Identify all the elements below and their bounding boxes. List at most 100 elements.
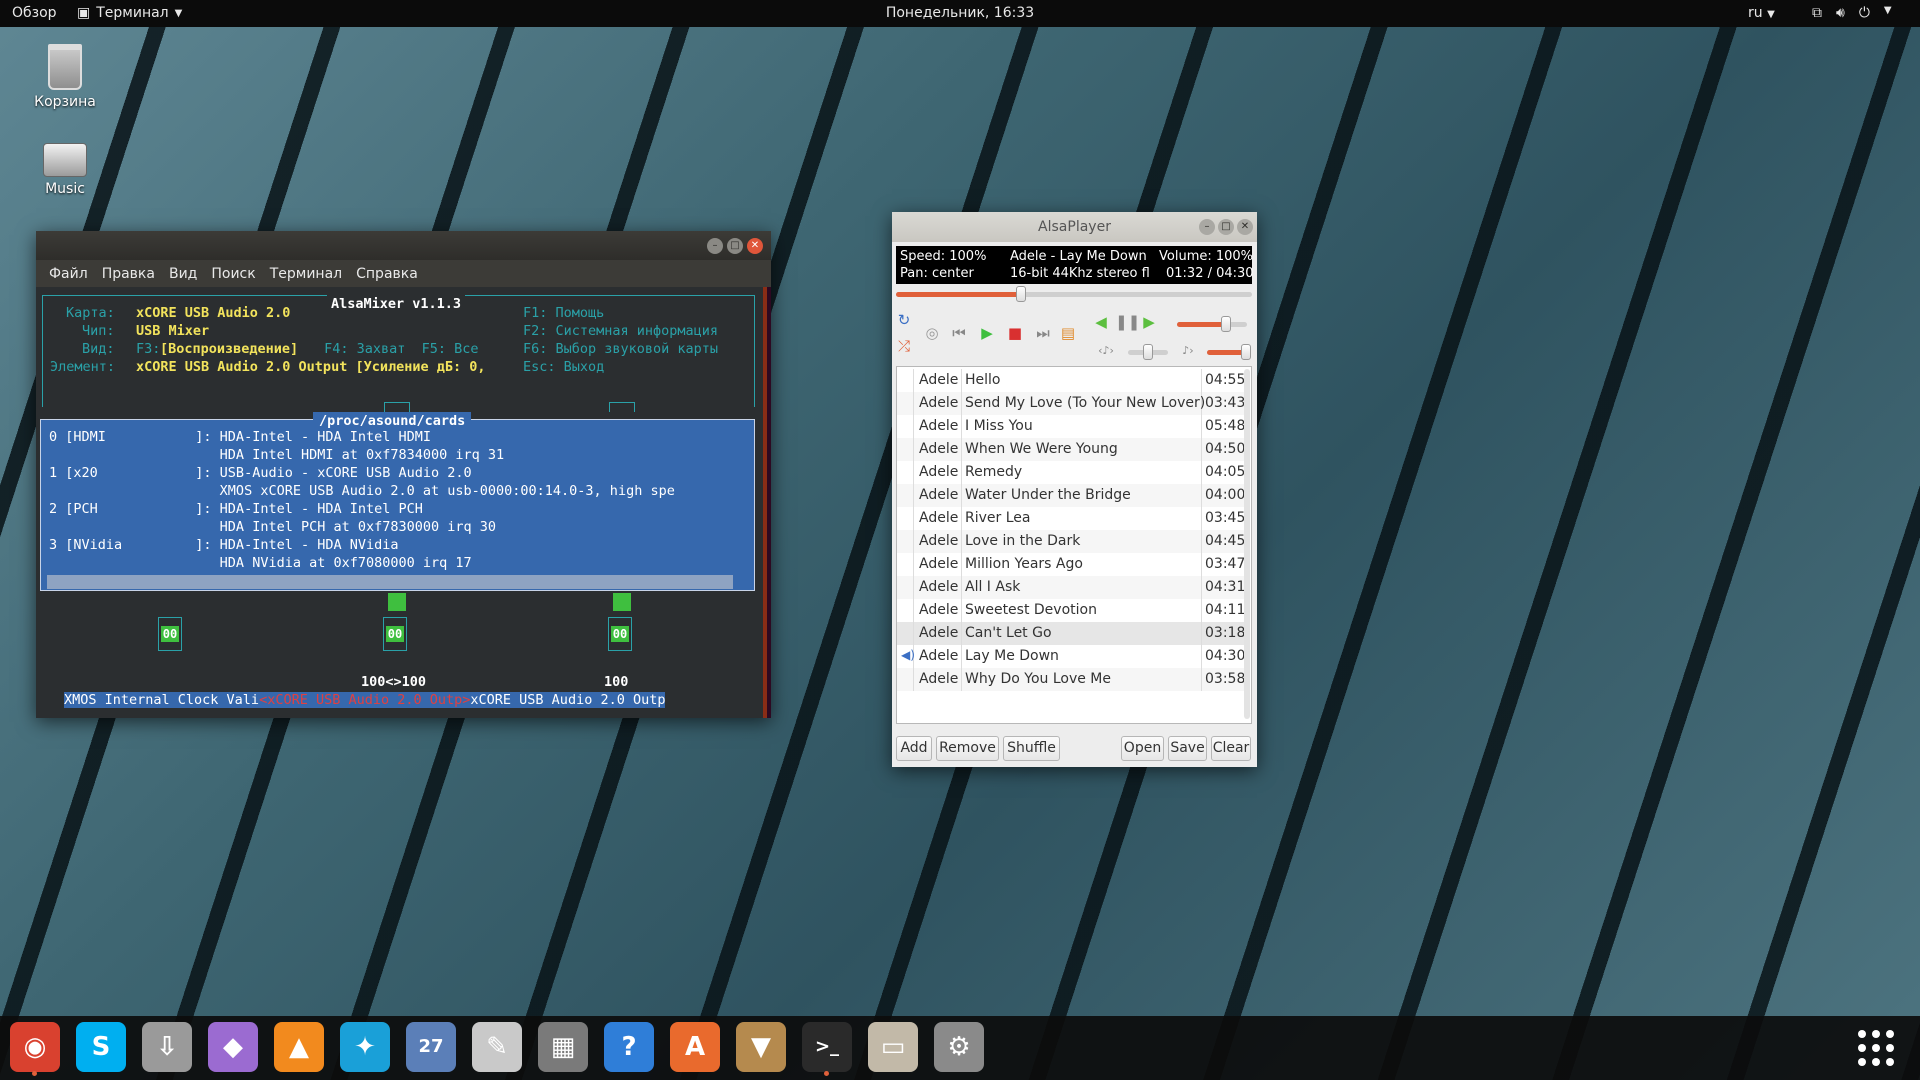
pause-icon[interactable]: ❚❚ bbox=[1115, 314, 1140, 330]
app-menu[interactable]: ▣ Терминал ▼ bbox=[77, 5, 182, 21]
track-title: Send My Love (To Your New Lover) bbox=[965, 395, 1206, 411]
track-duration: 04:05 bbox=[1205, 464, 1246, 480]
chip-label: Чип: bbox=[82, 323, 115, 339]
mute-meter[interactable]: 00 bbox=[158, 617, 182, 651]
seek-slider[interactable] bbox=[896, 286, 1252, 302]
shuffle-icon[interactable]: ⤮ bbox=[895, 338, 913, 354]
gem-icon[interactable]: ◆ bbox=[208, 1022, 258, 1072]
terminal-titlebar[interactable]: – □ ✕ bbox=[36, 231, 771, 260]
pan-slider[interactable] bbox=[1128, 344, 1168, 360]
calendar-icon[interactable]: 27 bbox=[406, 1022, 456, 1072]
maximize-icon[interactable]: □ bbox=[1218, 219, 1234, 235]
playlist-row[interactable]: Adele Can't Let Go 03:18 bbox=[897, 622, 1247, 645]
playlist-row[interactable]: Adele All I Ask 04:31 bbox=[897, 576, 1247, 599]
close-icon[interactable]: ✕ bbox=[747, 238, 763, 254]
track-artist: Adele bbox=[919, 395, 959, 411]
mute-meter-value: 00 bbox=[386, 626, 404, 642]
alsaplayer-titlebar[interactable]: AlsaPlayer – □ ✕ bbox=[892, 212, 1257, 242]
menu-help[interactable]: Справка bbox=[349, 266, 425, 282]
menu-view[interactable]: Вид bbox=[162, 266, 204, 282]
element-value: xCORE USB Audio 2.0 Output [Усиление дБ:… bbox=[136, 359, 486, 375]
volume-slider[interactable] bbox=[1177, 316, 1247, 332]
archive-manager-icon[interactable]: ▼ bbox=[736, 1022, 786, 1072]
stop-icon[interactable]: ■ bbox=[1006, 325, 1024, 341]
playlist-row[interactable]: Adele Love in the Dark 04:45 bbox=[897, 530, 1247, 553]
system-tray[interactable]: ⧉ 🔊︎ ⏻ ▼ bbox=[1812, 5, 1892, 21]
shuffle-button[interactable]: Shuffle bbox=[1003, 736, 1060, 761]
calculator-icon[interactable]: ▦ bbox=[538, 1022, 588, 1072]
play-icon[interactable]: ▶ bbox=[978, 325, 996, 341]
show-applications-icon[interactable] bbox=[1858, 1030, 1894, 1066]
text-editor-icon[interactable]: ✎ bbox=[472, 1022, 522, 1072]
menu-file[interactable]: Файл bbox=[42, 266, 95, 282]
playlist-row[interactable]: Adele Send My Love (To Your New Lover) 03:… bbox=[897, 392, 1247, 415]
playlist-row[interactable]: Adele Million Years Ago 03:47 bbox=[897, 553, 1247, 576]
forward-icon[interactable]: ▶ bbox=[1140, 314, 1158, 330]
activities-button[interactable]: Обзор bbox=[12, 5, 57, 21]
playlist-row[interactable]: Adele Sweetest Devotion 04:11 bbox=[897, 599, 1247, 622]
speed-slider[interactable] bbox=[1207, 344, 1251, 360]
menu-search[interactable]: Поиск bbox=[204, 266, 262, 282]
chrome-icon[interactable]: ◉ bbox=[10, 1022, 60, 1076]
dock: ◉ S ⇩ ◆ ▲ ✦ 27 ✎ ▦? A ▼ >_ ▭ ⚙ bbox=[0, 1016, 1920, 1080]
playlist-icon[interactable]: ▤ bbox=[1059, 325, 1077, 341]
mute-meter[interactable]: 00 bbox=[383, 617, 407, 651]
playlist-row[interactable]: Adele Water Under the Bridge 04:00 bbox=[897, 484, 1247, 507]
clock[interactable]: Понедельник, 16:33 bbox=[886, 5, 1034, 21]
vlc-icon[interactable]: ▲ bbox=[274, 1022, 324, 1072]
menu-edit[interactable]: Правка bbox=[95, 266, 162, 282]
playlist-row[interactable]: Adele Why Do You Love Me 03:58 bbox=[897, 668, 1247, 691]
open-button[interactable]: Open bbox=[1121, 736, 1164, 761]
eject-icon[interactable]: ◎ bbox=[923, 325, 941, 341]
control-name-selected[interactable]: <xCORE USB Audio 2.0 Outp> bbox=[259, 692, 471, 708]
column-separator bbox=[1201, 576, 1202, 599]
maximize-icon[interactable]: □ bbox=[727, 238, 743, 254]
pan-handle[interactable] bbox=[1143, 344, 1153, 360]
next-icon[interactable]: ⏭ bbox=[1034, 325, 1052, 341]
app-menu-label: Терминал bbox=[96, 5, 169, 21]
installer-icon[interactable]: ⇩ bbox=[142, 1022, 192, 1072]
loop-icon[interactable]: ↻ bbox=[895, 312, 913, 328]
playlist-row[interactable]: ◀) Adele Lay Me Down 04:30 bbox=[897, 645, 1247, 668]
cards-scrollbar[interactable] bbox=[47, 575, 733, 589]
settings-icon[interactable]: ⚙ bbox=[934, 1022, 984, 1072]
mute-meter[interactable]: 00 bbox=[608, 617, 632, 651]
clear-button[interactable]: Clear bbox=[1211, 736, 1251, 761]
playlist[interactable]: Adele Hello 04:55 Adele Send My Love (To You… bbox=[896, 366, 1252, 724]
control-name[interactable]: xCORE USB Audio 2.0 Outp bbox=[470, 692, 666, 708]
rewind-icon[interactable]: ◀ bbox=[1092, 314, 1110, 330]
playlist-row[interactable]: Adele I Miss You 05:48 bbox=[897, 415, 1247, 438]
language-indicator[interactable]: ru ▼ bbox=[1748, 5, 1775, 21]
skype-icon[interactable]: S bbox=[76, 1022, 126, 1072]
help-icon[interactable]: ? bbox=[604, 1022, 654, 1072]
remove-button[interactable]: Remove bbox=[936, 736, 999, 761]
previous-icon[interactable]: ⏮ bbox=[950, 325, 968, 341]
control-name[interactable]: XMOS Internal Clock Vali bbox=[64, 692, 260, 708]
alsaplayer-window[interactable]: AlsaPlayer – □ ✕ Speed: 100% Adele - Lay… bbox=[892, 212, 1257, 767]
playlist-scrollbar[interactable] bbox=[1244, 369, 1250, 719]
desktop-music-drive[interactable]: Music bbox=[15, 143, 115, 197]
add-button[interactable]: Add bbox=[896, 736, 932, 761]
minimize-icon[interactable]: – bbox=[707, 238, 723, 254]
column-separator bbox=[961, 369, 962, 392]
terminal-window[interactable]: – □ ✕ Файл Правка Вид Поиск Терминал Спр… bbox=[36, 231, 771, 718]
speed-handle[interactable] bbox=[1241, 344, 1251, 360]
playlist-row[interactable]: Adele Remedy 04:05 bbox=[897, 461, 1247, 484]
save-button[interactable]: Save bbox=[1168, 736, 1207, 761]
playlist-row[interactable]: Adele When We Were Young 04:50 bbox=[897, 438, 1247, 461]
menu-terminal[interactable]: Терминал bbox=[263, 266, 349, 282]
seek-handle[interactable] bbox=[1015, 286, 1026, 302]
playlist-row[interactable]: Adele River Lea 03:45 bbox=[897, 507, 1247, 530]
volume-handle[interactable] bbox=[1221, 316, 1231, 332]
terminal-body[interactable]: AlsaMixer v1.1.3 Карта: xCORE USB Audio … bbox=[36, 287, 767, 718]
desktop-trash[interactable]: Корзина bbox=[15, 44, 115, 110]
terminal-icon[interactable]: >_ bbox=[802, 1022, 852, 1076]
software-center-icon[interactable]: A bbox=[670, 1022, 720, 1072]
playlist-row[interactable]: Adele Hello 04:55 bbox=[897, 369, 1247, 392]
level-right: 100 bbox=[604, 674, 629, 690]
file-manager-icon[interactable]: ▭ bbox=[868, 1022, 918, 1072]
kodi-icon[interactable]: ✦ bbox=[340, 1022, 390, 1072]
card-line: XMOS xCORE USB Audio 2.0 at usb-0000:00:… bbox=[49, 483, 675, 499]
minimize-icon[interactable]: – bbox=[1199, 219, 1215, 235]
close-icon[interactable]: ✕ bbox=[1237, 219, 1253, 235]
